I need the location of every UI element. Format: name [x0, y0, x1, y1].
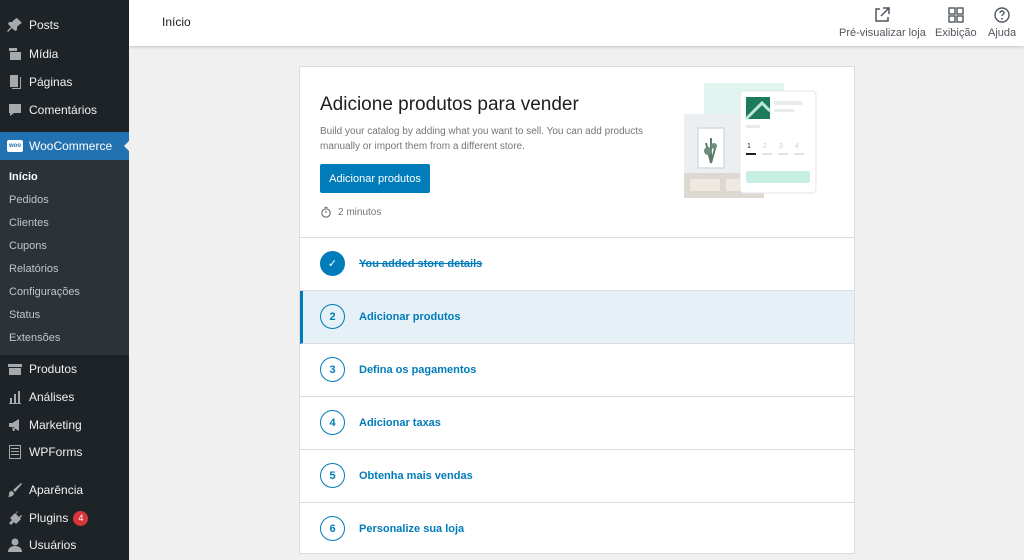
- preview-store-button[interactable]: Pré-visualizar loja: [839, 6, 926, 39]
- external-link-icon: [875, 7, 891, 22]
- illustration-number: 1: [747, 143, 751, 150]
- display-options-label: Exibição: [935, 27, 977, 39]
- task-step-taxes[interactable]: 4 Adicionar taxas: [300, 397, 854, 450]
- sidebar-item-marketing[interactable]: Marketing: [0, 411, 129, 439]
- illustration-number: 4: [795, 143, 799, 150]
- illustration-number: 2: [763, 143, 767, 150]
- help-icon: [994, 7, 1010, 23]
- sidebar-item-label: WPForms: [29, 445, 83, 459]
- sidebar-item-label: Comentários: [29, 103, 98, 117]
- sidebar-item-wpforms[interactable]: WPForms: [0, 438, 129, 466]
- step-label: Adicionar produtos: [359, 311, 461, 323]
- sidebar-item-produtos[interactable]: Produtos: [0, 355, 129, 383]
- task-step-payments[interactable]: 3 Defina os pagamentos: [300, 344, 854, 397]
- sidebar-item-plugins[interactable]: Plugins 4: [0, 504, 129, 532]
- plugin-icon: [7, 510, 23, 526]
- admin-sidebar: Posts Mídia Páginas Comentários woo WooC…: [0, 0, 130, 560]
- hero-title: Adicione produtos para vender: [320, 94, 579, 115]
- sidebar-item-comments[interactable]: Comentários: [0, 96, 129, 124]
- task-step-add-products[interactable]: 2 Adicionar produtos: [300, 291, 854, 344]
- page-title: Início: [162, 15, 191, 29]
- archive-icon: [7, 361, 23, 377]
- timer-icon: [321, 206, 331, 218]
- step-number: 6: [320, 516, 345, 541]
- task-step-store-details[interactable]: ✓ You added store details: [300, 238, 854, 291]
- woocommerce-icon: woo: [7, 138, 23, 154]
- step-number: 3: [320, 357, 345, 382]
- submenu-item-inicio[interactable]: Início: [9, 171, 38, 183]
- help-label: Ajuda: [988, 27, 1017, 39]
- sidebar-item-label: Produtos: [29, 362, 78, 376]
- step-number: 4: [320, 410, 345, 435]
- sidebar-item-label: WooCommerce: [29, 139, 113, 153]
- sidebar-item-label: Aparência: [29, 483, 84, 497]
- active-indicator: [124, 140, 130, 152]
- sidebar-item-label: Posts: [29, 18, 60, 32]
- form-icon: [7, 444, 23, 460]
- submenu-item-status[interactable]: Status: [9, 309, 40, 321]
- task-hero: Adicione produtos para vender Build your…: [300, 67, 854, 238]
- task-step-marketing[interactable]: 5 Obtenha mais vendas: [300, 450, 854, 503]
- sidebar-item-usuarios[interactable]: Usuários: [0, 531, 129, 559]
- submenu-item-configuracoes[interactable]: Configurações: [9, 286, 80, 298]
- sidebar-item-aparencia[interactable]: Aparência: [0, 476, 129, 504]
- bar-chart-icon: [7, 389, 23, 405]
- sidebar-item-pages[interactable]: Páginas: [0, 68, 129, 96]
- sidebar-item-posts[interactable]: Posts: [0, 11, 129, 39]
- products-illustration: 1 2 3 4: [684, 83, 817, 198]
- time-estimate-label: 2 minutos: [338, 206, 382, 218]
- step-label: Defina os pagamentos: [359, 364, 477, 376]
- top-header: Início Pré-visualizar loja Exibição Ajud…: [129, 0, 1024, 46]
- woocommerce-submenu: Início Pedidos Clientes Cupons Relatório…: [0, 160, 129, 355]
- step-check-icon: ✓: [320, 251, 345, 276]
- submenu-item-pedidos[interactable]: Pedidos: [9, 194, 49, 206]
- submenu-item-extensoes[interactable]: Extensões: [9, 332, 60, 344]
- illustration-number: 3: [779, 143, 783, 150]
- submenu-item-clientes[interactable]: Clientes: [9, 217, 49, 229]
- submenu-item-relatorios[interactable]: Relatórios: [9, 263, 59, 275]
- sidebar-item-media[interactable]: Mídia: [0, 40, 129, 68]
- task-step-appearance[interactable]: 6 Personalize sua loja: [300, 503, 854, 556]
- task-list-card: Adicione produtos para vender Build your…: [299, 66, 855, 554]
- sidebar-item-label: Usuários: [29, 538, 77, 552]
- paintbrush-icon: [7, 482, 23, 498]
- step-label: Adicionar taxas: [359, 417, 441, 429]
- sidebar-item-label: Mídia: [29, 47, 59, 61]
- pages-icon: [7, 74, 23, 90]
- plugins-update-count: 4: [73, 510, 89, 526]
- step-number: 2: [320, 304, 345, 329]
- add-products-button[interactable]: Adicionar produtos: [320, 164, 430, 193]
- hero-description: Build your catalog by adding what you wa…: [320, 126, 643, 152]
- pin-icon: [7, 17, 23, 33]
- sidebar-item-woocommerce[interactable]: woo WooCommerce: [0, 132, 130, 160]
- step-label: Personalize sua loja: [359, 523, 465, 535]
- layout-grid-icon: [948, 7, 964, 23]
- user-icon: [7, 537, 23, 553]
- step-number: 5: [320, 463, 345, 488]
- step-label: You added store details: [359, 258, 483, 270]
- sidebar-item-label: Análises: [29, 390, 75, 404]
- time-estimate: 2 minutos: [320, 206, 381, 218]
- megaphone-icon: [7, 417, 23, 433]
- comments-icon: [7, 102, 23, 118]
- sidebar-item-analises[interactable]: Análises: [0, 383, 129, 411]
- step-label: Obtenha mais vendas: [359, 470, 473, 482]
- sidebar-item-label: Plugins: [29, 511, 69, 525]
- preview-store-label: Pré-visualizar loja: [839, 27, 926, 39]
- sidebar-item-label: Páginas: [29, 75, 73, 89]
- media-icon: [7, 46, 23, 62]
- submenu-item-cupons[interactable]: Cupons: [9, 240, 47, 252]
- sidebar-item-label: Marketing: [29, 418, 82, 432]
- help-button[interactable]: Ajuda: [988, 6, 1016, 39]
- display-options-button[interactable]: Exibição: [935, 6, 977, 39]
